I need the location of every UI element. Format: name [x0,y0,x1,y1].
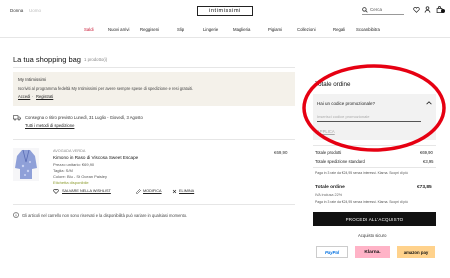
pencil-icon[interactable] [136,189,141,194]
user-icon[interactable] [424,6,431,13]
checkout-label: PROCEDI ALL'ACQUISTO [345,216,404,222]
close-icon[interactable] [172,189,177,194]
amazon-pay-label: amazon pay [403,249,429,255]
product-name[interactable]: Kimono in Raso di Viscosa Sweet Escape [53,155,138,160]
installments-info-2: Paga in 3 rate da €24,95 senza interessi… [315,200,408,204]
nav-item-slip[interactable]: Slip [177,27,184,32]
heart-outline-icon[interactable] [53,189,59,194]
nav-item-pigiami[interactable]: Pigiami [268,27,282,32]
tab-donna[interactable]: Donna [10,8,23,13]
link-separator: · [32,94,34,99]
availability-notice: Gli articoli nel carrello non sono riser… [22,213,188,218]
nav-item-nuovi-arrivi[interactable]: Nuovi arrivi [108,27,130,32]
product-unit-price: Prezzo unitario: €69,90 [53,162,95,167]
save-to-wishlist-button[interactable]: SALVARE NELLA WISHLIST [62,189,111,193]
summary-divider-1 [313,145,436,146]
paypal-label: PayPal [324,249,340,255]
bag-item-count: 1 prodotto(i) [84,57,108,62]
amazon-pay-button[interactable]: amazon pay [397,246,435,258]
summary-title: Totale ordine [315,81,351,88]
shipping-methods-link[interactable]: Tutti i metodi di spedizione [25,123,74,128]
main-nav: Saldi Nuovi arrivi Reggiseni Slip Linger… [0,24,450,36]
delivery-divider [13,139,295,140]
product-image[interactable] [13,148,39,181]
register-link[interactable]: Registrati [36,94,53,99]
vat-info: IVA inclusa 22% [315,193,343,197]
apply-promo-button[interactable]: APPLICA [317,129,335,134]
nav-item-lingerie[interactable]: Lingerie [203,27,218,32]
product-tag: AVOGADA VERDA [53,149,86,153]
chevron-up-icon[interactable] [426,101,432,105]
order-total-value: €73,85 [417,185,432,190]
loyalty-title: My Intimissimi [18,77,47,82]
nav-divider [0,37,450,38]
shipping-value: €3,95 [423,159,434,164]
nav-item-regali[interactable]: Regali [333,27,345,32]
promo-code-panel: Hai un codice promozionale? Inserisci co… [313,94,436,140]
loyalty-text: Iscriviti al programma fedeltà My Intimi… [18,86,194,91]
delivery-estimate: Consegna o ritiro previsto Lunedì, 31 Lu… [25,115,143,120]
shipping-label: Totale spedizione standard [315,159,365,164]
tab-uomo[interactable]: Uomo [29,8,41,13]
checkout-button[interactable]: PROCEDI ALL'ACQUISTO [313,212,436,226]
logo[interactable]: intimissimi [197,6,253,16]
edit-button[interactable]: MODIFICA [143,189,162,193]
product-color: Colore: Blu - St Ocean Paisley [53,174,108,179]
search-input: Cerca [370,7,383,12]
loyalty-promo-box: My Intimissimi Iscriviti al programma fe… [13,72,295,106]
nav-item-scoanbibitra[interactable]: Scoanbibitra [356,27,380,32]
promo-code-input[interactable]: Inserisci codice promozionale [317,114,421,122]
product-label-line: Etichetta disponibile [53,180,89,185]
klarna-label: Klarna. [364,249,381,255]
klarna-button[interactable]: Klarna. [355,246,390,258]
subtotal-label: Totale prodotti [315,150,342,155]
promo-code-placeholder: Inserisci codice promozionale [317,114,370,119]
page-title: La tua shopping bag [13,55,81,64]
nav-item-saldi[interactable]: Saldi [84,27,94,32]
bag-count-badge [441,9,445,13]
nav-item-reggiseni[interactable]: Reggiseni [140,27,159,32]
paypal-button[interactable]: PayPal [316,246,348,258]
product-divider [13,204,295,205]
bag-header-divider [13,67,295,68]
product-line-price: €69,90 [274,150,288,155]
remove-button[interactable]: ELIMINA [179,189,194,193]
nav-item-collezioni[interactable]: Collezioni [297,27,316,32]
nav-item-maglieria[interactable]: Maglieria [233,27,250,32]
installments-info: Paga in 3 rate da €24,95 senza interessi… [315,171,408,175]
kimono-image [15,149,37,179]
search-icon [362,7,368,13]
subtotal-value: €69,90 [420,150,433,155]
info-icon [13,212,19,218]
logo-text: intimissimi [209,8,241,14]
secure-purchase-link[interactable]: Acquisto sicuro [358,233,386,238]
product-size: Taglia: S/M [53,168,73,173]
summary-divider-2 [313,167,436,168]
promo-question[interactable]: Hai un codice promozionale? [317,101,375,106]
login-link[interactable]: Accedi [18,94,30,99]
heart-icon[interactable] [413,7,420,13]
order-total-label: Totale ordine [315,185,345,190]
search-box[interactable]: Cerca [362,7,404,15]
top-bar: Donna Uomo intimissimi Cerca [0,0,450,24]
truck-icon [13,115,21,121]
